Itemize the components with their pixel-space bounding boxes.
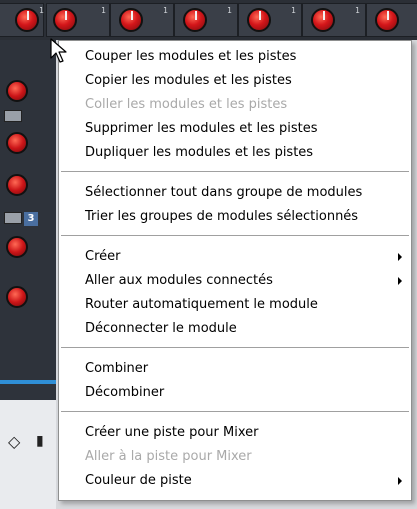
submenu-arrow-icon [398,277,402,285]
menu-item[interactable]: Couleur de piste [60,469,410,493]
document-tool-icon[interactable]: ▮ [36,432,50,450]
menu-item-label: Trier les groupes de modules sélectionné… [85,209,359,224]
knob-scale-mark: 1 [291,6,296,15]
menu-item-label: Router automatiquement le module [85,297,318,312]
knob-cell: 1 [0,3,44,37]
menu-item-label: Créer [85,249,121,264]
menu-item-label: Coller les modules et les pistes [85,97,288,112]
menu-item-label: Dupliquer les modules et les pistes [85,145,314,160]
menu-item-label: Déconnecter le module [85,321,237,336]
knob-cell: 1 [110,3,174,37]
menu-separator [61,411,409,413]
menu-item: Aller à la piste pour Mixer [60,445,410,469]
toolbar-area [0,400,56,509]
rotary-knob-icon[interactable] [183,8,207,32]
submenu-arrow-icon [398,253,402,261]
menu-item-label: Décombiner [85,385,165,400]
knob-cell [366,3,417,37]
rotary-knob-icon[interactable] [6,236,28,258]
context-menu: Couper les modules et les pistes Copier l… [58,40,412,501]
menu-item[interactable]: Supprimer les modules et les pistes [60,117,410,141]
menu-item[interactable]: Couper les modules et les pistes [60,45,410,69]
menu-item[interactable]: Trier les groupes de modules sélectionné… [60,205,410,229]
menu-item[interactable]: Déconnecter le module [60,317,410,341]
rotary-knob-icon[interactable] [375,8,399,32]
rotary-knob-icon[interactable] [6,132,28,154]
knob-scale-mark: 1 [39,6,44,15]
rotary-knob-icon[interactable] [15,8,39,32]
menu-item-label: Aller aux modules connectés [85,273,273,288]
rotary-knob-icon[interactable] [53,8,77,32]
rotary-knob-icon[interactable] [6,174,28,196]
knob-scale-mark: 1 [163,6,168,15]
menu-separator [61,347,409,349]
knob-scale-mark: 1 [355,6,360,15]
menu-item[interactable]: Créer une piste pour Mixer [60,421,410,445]
menu-separator [61,171,409,173]
rotary-knob-icon[interactable] [311,8,335,32]
menu-separator [61,235,409,237]
menu-item-label: Créer une piste pour Mixer [85,425,259,440]
rack-side-panel: 3 [0,40,56,440]
knob-cell: 1 [174,3,238,37]
menu-item[interactable]: Copier les modules et les pistes [60,69,410,93]
menu-item-label: Couper les modules et les pistes [85,49,297,64]
device-tag [4,110,22,122]
menu-item-label: Sélectionner tout dans groupe de modules [85,185,363,200]
menu-item-label: Supprimer les modules et les pistes [85,121,318,136]
menu-item[interactable]: Combiner [60,357,410,381]
menu-item[interactable]: Aller aux modules connectés [60,269,410,293]
menu-item[interactable]: Router automatiquement le module [60,293,410,317]
menu-item[interactable]: Sélectionner tout dans groupe de modules [60,181,410,205]
menu-item[interactable]: Créer [60,245,410,269]
knob-cell: 1 [238,3,302,37]
knob-cell: 1 [46,3,110,37]
mouse-cursor-icon [50,38,67,63]
rack-knob-strip: 1 1 1 1 1 1 [0,0,417,40]
rotary-knob-icon[interactable] [247,8,271,32]
menu-item-label: Copier les modules et les pistes [85,73,292,88]
knob-cell: 1 [302,3,366,37]
knob-scale-mark: 1 [101,6,106,15]
menu-item-label: Combiner [85,361,149,376]
menu-item-label: Aller à la piste pour Mixer [85,449,252,464]
diamond-tool-icon[interactable]: ◇ [8,432,26,451]
module-number-badge: 3 [24,212,38,226]
menu-item-label: Couleur de piste [85,473,192,488]
menu-item: Coller les modules et les pistes [60,93,410,117]
rotary-knob-icon[interactable] [6,286,28,308]
accent-stripe [0,380,56,384]
rotary-knob-icon[interactable] [6,80,28,102]
menu-item[interactable]: Dupliquer les modules et les pistes [60,141,410,165]
device-tag [4,212,22,224]
menu-item[interactable]: Décombiner [60,381,410,405]
rotary-knob-icon[interactable] [119,8,143,32]
submenu-arrow-icon [398,477,402,485]
knob-scale-mark: 1 [227,6,232,15]
